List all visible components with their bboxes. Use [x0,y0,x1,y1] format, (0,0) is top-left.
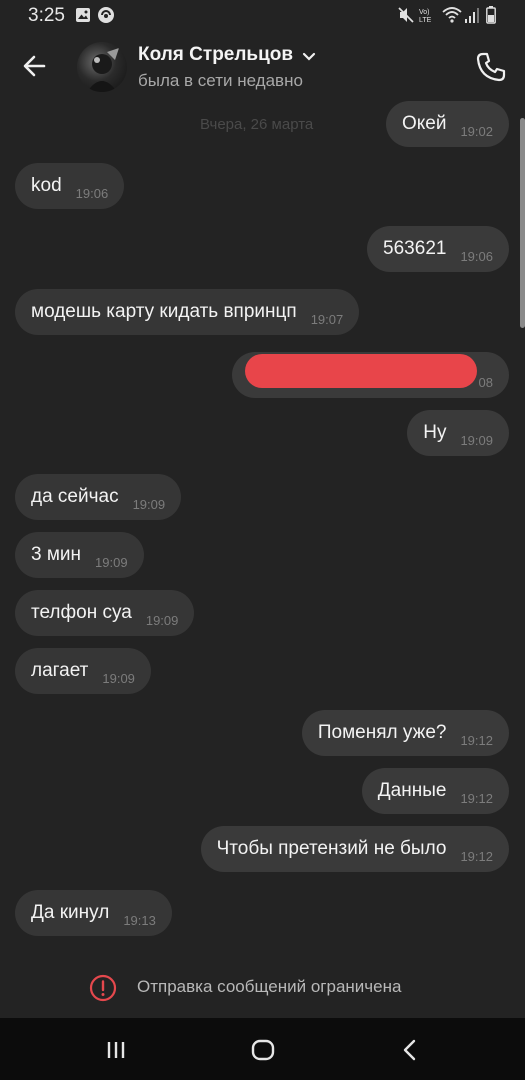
message-bubble-out[interactable]: Данные 19:12 [361,768,509,814]
message-text: модешь карту кидать впринцп [31,301,297,322]
mute-icon [398,7,414,23]
scrollbar[interactable] [520,118,525,328]
message-time: 19:12 [460,848,493,864]
message-text: Данные [377,780,447,801]
message-text: Чтобы претензий не было [216,838,447,859]
contact-status: была в сети недавно [138,71,303,90]
system-nav-bar [0,1018,525,1080]
chat-header: Коля Стрельцов была в сети недавно [0,30,525,108]
message-text: Окей [401,113,447,134]
battery-icon [486,6,496,24]
status-bar: 3:25 Vo) LTE [0,0,525,30]
contact-name[interactable]: Коля Стрельцов [138,44,293,66]
message-bubble-out[interactable]: Окей 19:02 [385,101,509,147]
svg-text:Vo): Vo) [419,9,430,16]
message-bubble-in[interactable]: модешь карту кидать впринцп 19:07 [15,289,360,335]
message-time: 08 [478,374,493,390]
message-time: 19:06 [75,185,109,201]
app-notification-icon [98,7,114,23]
date-label: Вчера, 26 марта [200,116,314,133]
message-text: Да кинул [31,902,110,923]
message-text: kod [31,175,62,196]
home-icon[interactable] [249,1036,277,1064]
message-time: 19:13 [123,912,156,928]
message-time: 19:09 [102,670,135,686]
message-text: Поменял уже? [317,722,447,743]
warning-icon [89,974,117,1002]
message-text: телфон суа [31,602,132,623]
message-bubble-out[interactable]: Чтобы претензий не было 19:12 [200,826,509,872]
message-time: 19:07 [310,311,344,327]
status-time: 3:25 [28,5,65,26]
message-text: да сейчас [31,486,119,507]
message-bubble-in[interactable]: Да кинул 19:13 [15,890,172,936]
message-time: 19:12 [460,790,493,806]
gallery-icon [76,8,90,22]
message-bubble-out[interactable]: 563621 19:06 [367,226,509,272]
messaging-restricted-notice: Отправка сообщений ограничена [0,960,525,1018]
redaction-mark [245,354,477,388]
message-bubble-in[interactable]: телфон суа 19:09 [15,590,195,636]
message-text: Ну [423,422,447,443]
back-arrow-icon[interactable] [18,48,54,84]
message-time: 19:09 [95,554,128,570]
message-time: 19:09 [132,496,166,512]
back-nav-icon[interactable] [396,1036,424,1064]
message-text: лагает [31,660,89,681]
signal-icon [465,8,479,23]
notice-text: Отправка сообщений ограничена [137,977,402,996]
message-bubble-out[interactable]: Поменял уже? 19:12 [301,710,509,756]
phone-icon[interactable] [474,50,508,84]
message-time: 19:09 [460,432,493,448]
message-time: 19:09 [145,612,179,628]
message-bubble-in[interactable]: лагает 19:09 [15,648,151,694]
chat-screen: 3:25 Vo) LTE Коля Стрельцов была в сети … [0,0,525,1080]
message-text: 3 мин [31,544,82,565]
recent-apps-icon[interactable] [102,1036,130,1064]
message-bubble-out[interactable]: Ну 19:09 [407,410,509,456]
message-time: 19:02 [460,123,493,139]
message-time: 19:12 [460,732,493,748]
volte-icon: Vo) LTE [419,9,432,24]
message-time: 19:06 [460,248,493,264]
svg-text:LTE: LTE [419,17,432,24]
message-bubble-in[interactable]: kod 19:06 [15,163,125,209]
message-list[interactable]: Вчера, 26 марта Окей 19:02 kod 19:06 563… [0,100,525,960]
wifi-icon [442,7,462,23]
avatar[interactable] [77,42,127,92]
message-bubble-in[interactable]: 3 мин 19:09 [15,532,144,578]
chevron-down-icon[interactable] [302,52,316,62]
message-bubble-in[interactable]: да сейчас 19:09 [15,474,182,520]
message-text: 563621 [383,238,447,259]
